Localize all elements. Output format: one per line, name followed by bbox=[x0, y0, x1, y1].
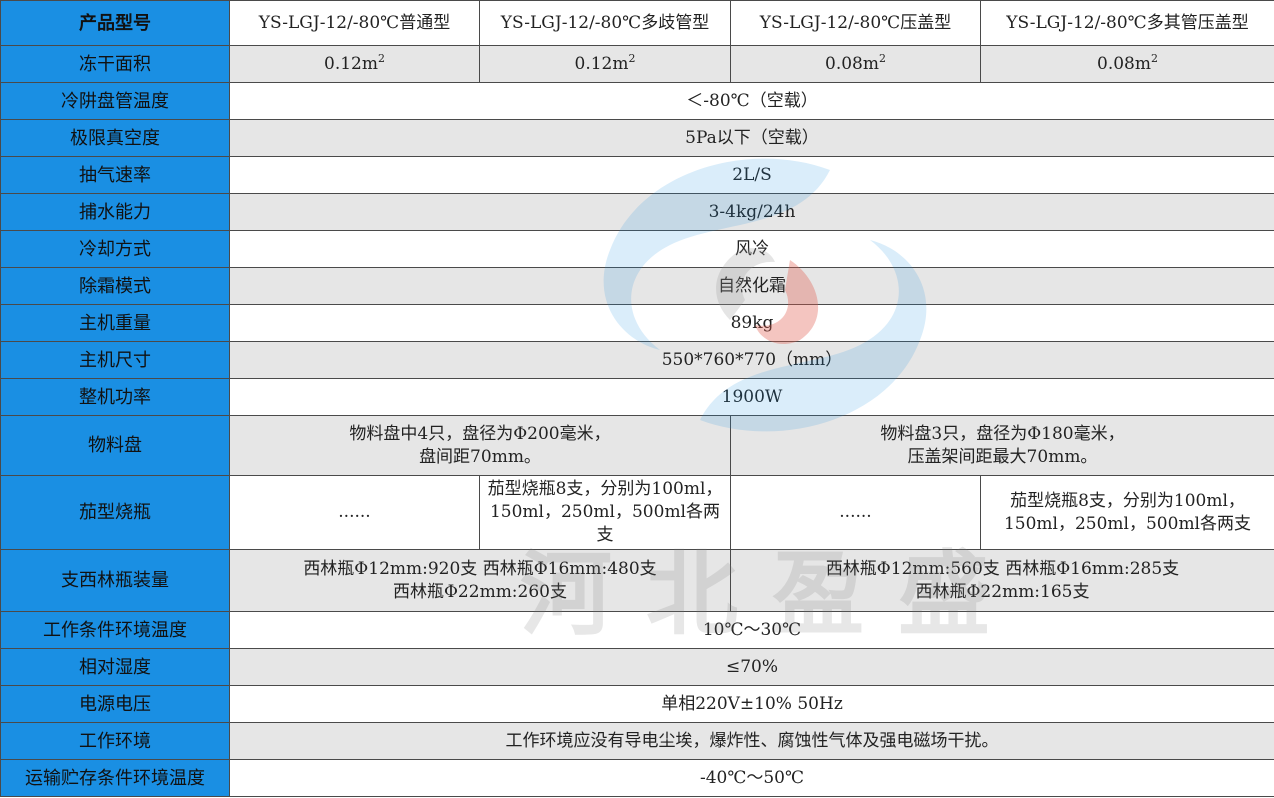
model-cell: YS-LGJ-12/-80℃多歧管型 bbox=[479, 0, 731, 46]
row-label: 主机尺寸 bbox=[0, 341, 230, 379]
row-label: 主机重量 bbox=[0, 304, 230, 342]
flask-cell: 茄型烧瓶8支，分别为100ml， 150ml，250ml，500ml各两支 bbox=[479, 475, 731, 550]
spec-row: 电源电压 单相220V±10% 50Hz bbox=[0, 685, 1274, 723]
spec-row: 工作条件环境温度 10℃～30℃ bbox=[0, 611, 1274, 649]
model-cell: YS-LGJ-12/-80℃普通型 bbox=[229, 0, 480, 46]
flask-cell: ...... bbox=[229, 475, 480, 550]
vial-label: 支西林瓶装量 bbox=[0, 549, 230, 612]
row-label: 电源电压 bbox=[0, 685, 230, 723]
row-value: -40℃～50℃ bbox=[229, 759, 1274, 797]
freeze-area-label: 冻干面积 bbox=[0, 45, 230, 83]
row-label: 工作环境 bbox=[0, 722, 230, 760]
freeze-area-cell: 0.08m2 bbox=[730, 45, 981, 83]
tray-left-cell: 物料盘中4只，盘径为Φ200毫米， 盘间距70mm。 bbox=[229, 415, 731, 476]
row-label: 捕水能力 bbox=[0, 193, 230, 231]
spec-row: 极限真空度 5Pa以下（空载） bbox=[0, 119, 1274, 157]
row-flask: 茄型烧瓶 ...... 茄型烧瓶8支，分别为100ml， 150ml，250ml，… bbox=[0, 475, 1274, 550]
row-value: 10℃～30℃ bbox=[229, 611, 1274, 649]
row-label: 相对湿度 bbox=[0, 648, 230, 686]
flask-cell: 茄型烧瓶8支，分别为100ml， 150ml，250ml，500ml各两支 bbox=[980, 475, 1274, 550]
spec-row: 捕水能力 3-4kg/24h bbox=[0, 193, 1274, 231]
tray-label: 物料盘 bbox=[0, 415, 230, 476]
row-label: 除霜模式 bbox=[0, 267, 230, 305]
model-cell: YS-LGJ-12/-80℃多其管压盖型 bbox=[980, 0, 1274, 46]
row-value: 2L/S bbox=[229, 156, 1274, 194]
spec-row: 相对湿度 ≤70% bbox=[0, 648, 1274, 686]
row-value: ≤70% bbox=[229, 648, 1274, 686]
freeze-area-cell: 0.12m2 bbox=[479, 45, 731, 83]
row-model: 产品型号 YS-LGJ-12/-80℃普通型 YS-LGJ-12/-80℃多歧管… bbox=[0, 0, 1274, 46]
row-value: 工作环境应没有导电尘埃，爆炸性、腐蚀性气体及强电磁场干扰。 bbox=[229, 722, 1274, 760]
row-value: 3-4kg/24h bbox=[229, 193, 1274, 231]
row-vial: 支西林瓶装量 西林瓶Φ12mm:920支 西林瓶Φ16mm:480支 西林瓶Φ22… bbox=[0, 549, 1274, 612]
spec-row: 主机重量 89kg bbox=[0, 304, 1274, 342]
model-label: 产品型号 bbox=[0, 0, 230, 46]
row-label: 整机功率 bbox=[0, 378, 230, 416]
tray-right-cell: 物料盘3只，盘径为Φ180毫米， 压盖架间距最大70mm。 bbox=[730, 415, 1274, 476]
vial-left-cell: 西林瓶Φ12mm:920支 西林瓶Φ16mm:480支 西林瓶Φ22mm:260支 bbox=[229, 549, 731, 612]
row-value: 风冷 bbox=[229, 230, 1274, 268]
spec-row: 冷阱盘管温度 ＜-80℃（空载） bbox=[0, 82, 1274, 120]
row-value: 5Pa以下（空载） bbox=[229, 119, 1274, 157]
row-label: 极限真空度 bbox=[0, 119, 230, 157]
row-value: 单相220V±10% 50Hz bbox=[229, 685, 1274, 723]
row-value: 89kg bbox=[229, 304, 1274, 342]
freeze-area-cell: 0.08m2 bbox=[980, 45, 1274, 83]
row-value: 1900W bbox=[229, 378, 1274, 416]
spec-row: 主机尺寸 550*760*770（mm） bbox=[0, 341, 1274, 379]
row-freeze-area: 冻干面积 0.12m2 0.12m2 0.08m2 0.08m2 bbox=[0, 45, 1274, 83]
row-tray: 物料盘 物料盘中4只，盘径为Φ200毫米， 盘间距70mm。 物料盘3只，盘径为Φ… bbox=[0, 415, 1274, 476]
row-value: 自然化霜 bbox=[229, 267, 1274, 305]
row-label: 工作条件环境温度 bbox=[0, 611, 230, 649]
spec-sheet: 产品型号 YS-LGJ-12/-80℃普通型 YS-LGJ-12/-80℃多歧管… bbox=[0, 0, 1274, 798]
spec-row: 运输贮存条件环境温度 -40℃～50℃ bbox=[0, 759, 1274, 797]
row-label: 冷却方式 bbox=[0, 230, 230, 268]
vial-right-cell: 西林瓶Φ12mm:560支 西林瓶Φ16mm:285支 西林瓶Φ22mm:165支 bbox=[730, 549, 1274, 612]
spec-row: 整机功率 1900W bbox=[0, 378, 1274, 416]
freeze-area-cell: 0.12m2 bbox=[229, 45, 480, 83]
row-label: 运输贮存条件环境温度 bbox=[0, 759, 230, 797]
flask-cell: ...... bbox=[730, 475, 981, 550]
spec-row: 工作环境 工作环境应没有导电尘埃，爆炸性、腐蚀性气体及强电磁场干扰。 bbox=[0, 722, 1274, 760]
flask-label: 茄型烧瓶 bbox=[0, 475, 230, 550]
row-value: ＜-80℃（空载） bbox=[229, 82, 1274, 120]
spec-table: 产品型号 YS-LGJ-12/-80℃普通型 YS-LGJ-12/-80℃多歧管… bbox=[0, 0, 1274, 797]
row-label: 抽气速率 bbox=[0, 156, 230, 194]
spec-row: 冷却方式 风冷 bbox=[0, 230, 1274, 268]
spec-row: 抽气速率 2L/S bbox=[0, 156, 1274, 194]
spec-row: 除霜模式 自然化霜 bbox=[0, 267, 1274, 305]
row-value: 550*760*770（mm） bbox=[229, 341, 1274, 379]
model-cell: YS-LGJ-12/-80℃压盖型 bbox=[730, 0, 981, 46]
row-label: 冷阱盘管温度 bbox=[0, 82, 230, 120]
